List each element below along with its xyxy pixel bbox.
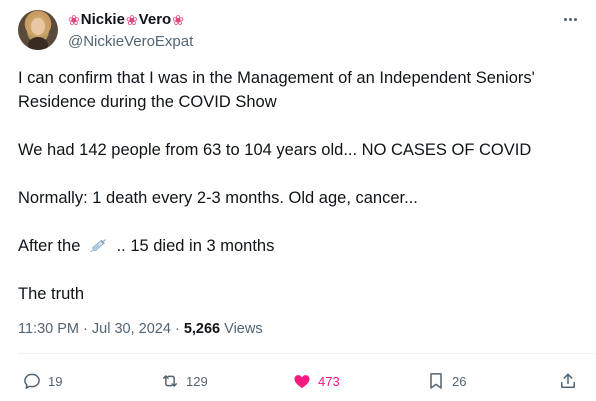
meta-separator: · — [83, 321, 88, 337]
share-button[interactable] — [558, 370, 578, 392]
avatar-face — [31, 18, 45, 35]
tweet-line: I can confirm that I was in the Manageme… — [18, 69, 535, 111]
more-options-icon[interactable] — [560, 10, 580, 28]
tweet-line: After the .. 15 died in 3 months — [18, 234, 578, 258]
display-name[interactable]: ❀ Nickie ❀ Vero ❀ — [68, 11, 184, 28]
tweet-line: Normally: 1 death every 2-3 months. Old … — [18, 189, 418, 207]
heart-icon — [294, 375, 310, 389]
views-count: 5,266 — [183, 321, 221, 337]
tweet-line: The truth — [18, 285, 85, 303]
reply-icon — [24, 373, 40, 389]
syringe-icon — [90, 239, 106, 253]
reply-count: 19 — [48, 373, 63, 389]
tweet-date[interactable]: Jul 30, 2024 — [92, 321, 171, 337]
bookmark-button[interactable]: 26 — [426, 370, 466, 392]
bookmark-icon — [430, 373, 442, 389]
tweet-line-part: .. 15 died in 3 months — [116, 237, 275, 255]
tweet-line-part: After the — [18, 237, 81, 255]
views-label: Views — [224, 321, 263, 337]
divider — [18, 353, 596, 354]
like-button[interactable]: 473 — [292, 370, 340, 392]
tweet-time[interactable]: 11:30 PM — [18, 321, 79, 337]
avatar-body — [28, 37, 48, 50]
share-icon — [561, 373, 575, 388]
bookmark-count: 26 — [452, 373, 467, 389]
flower-icon: ❀ — [125, 11, 138, 28]
flower-icon: ❀ — [68, 11, 80, 28]
repost-button[interactable]: 129 — [160, 370, 208, 392]
meta-separator: · — [174, 321, 180, 337]
reply-button[interactable]: 19 — [22, 370, 62, 392]
flower-icon: ❀ — [172, 11, 184, 28]
tweet-meta: 11:30 PM · Jul 30, 2024 · 5,266 Views — [18, 321, 263, 337]
like-count: 473 — [318, 373, 340, 389]
avatar[interactable] — [18, 10, 58, 50]
tweet-text: I can confirm that I was in the Manageme… — [18, 66, 578, 306]
display-name-part-1: Nickie — [80, 11, 125, 28]
tweet-line: We had 142 people from 63 to 104 years o… — [18, 141, 532, 159]
repost-icon — [163, 375, 177, 387]
repost-count: 129 — [186, 373, 208, 389]
display-name-part-2: Vero — [138, 11, 172, 28]
user-handle[interactable]: @NickieVeroExpat — [68, 33, 193, 50]
